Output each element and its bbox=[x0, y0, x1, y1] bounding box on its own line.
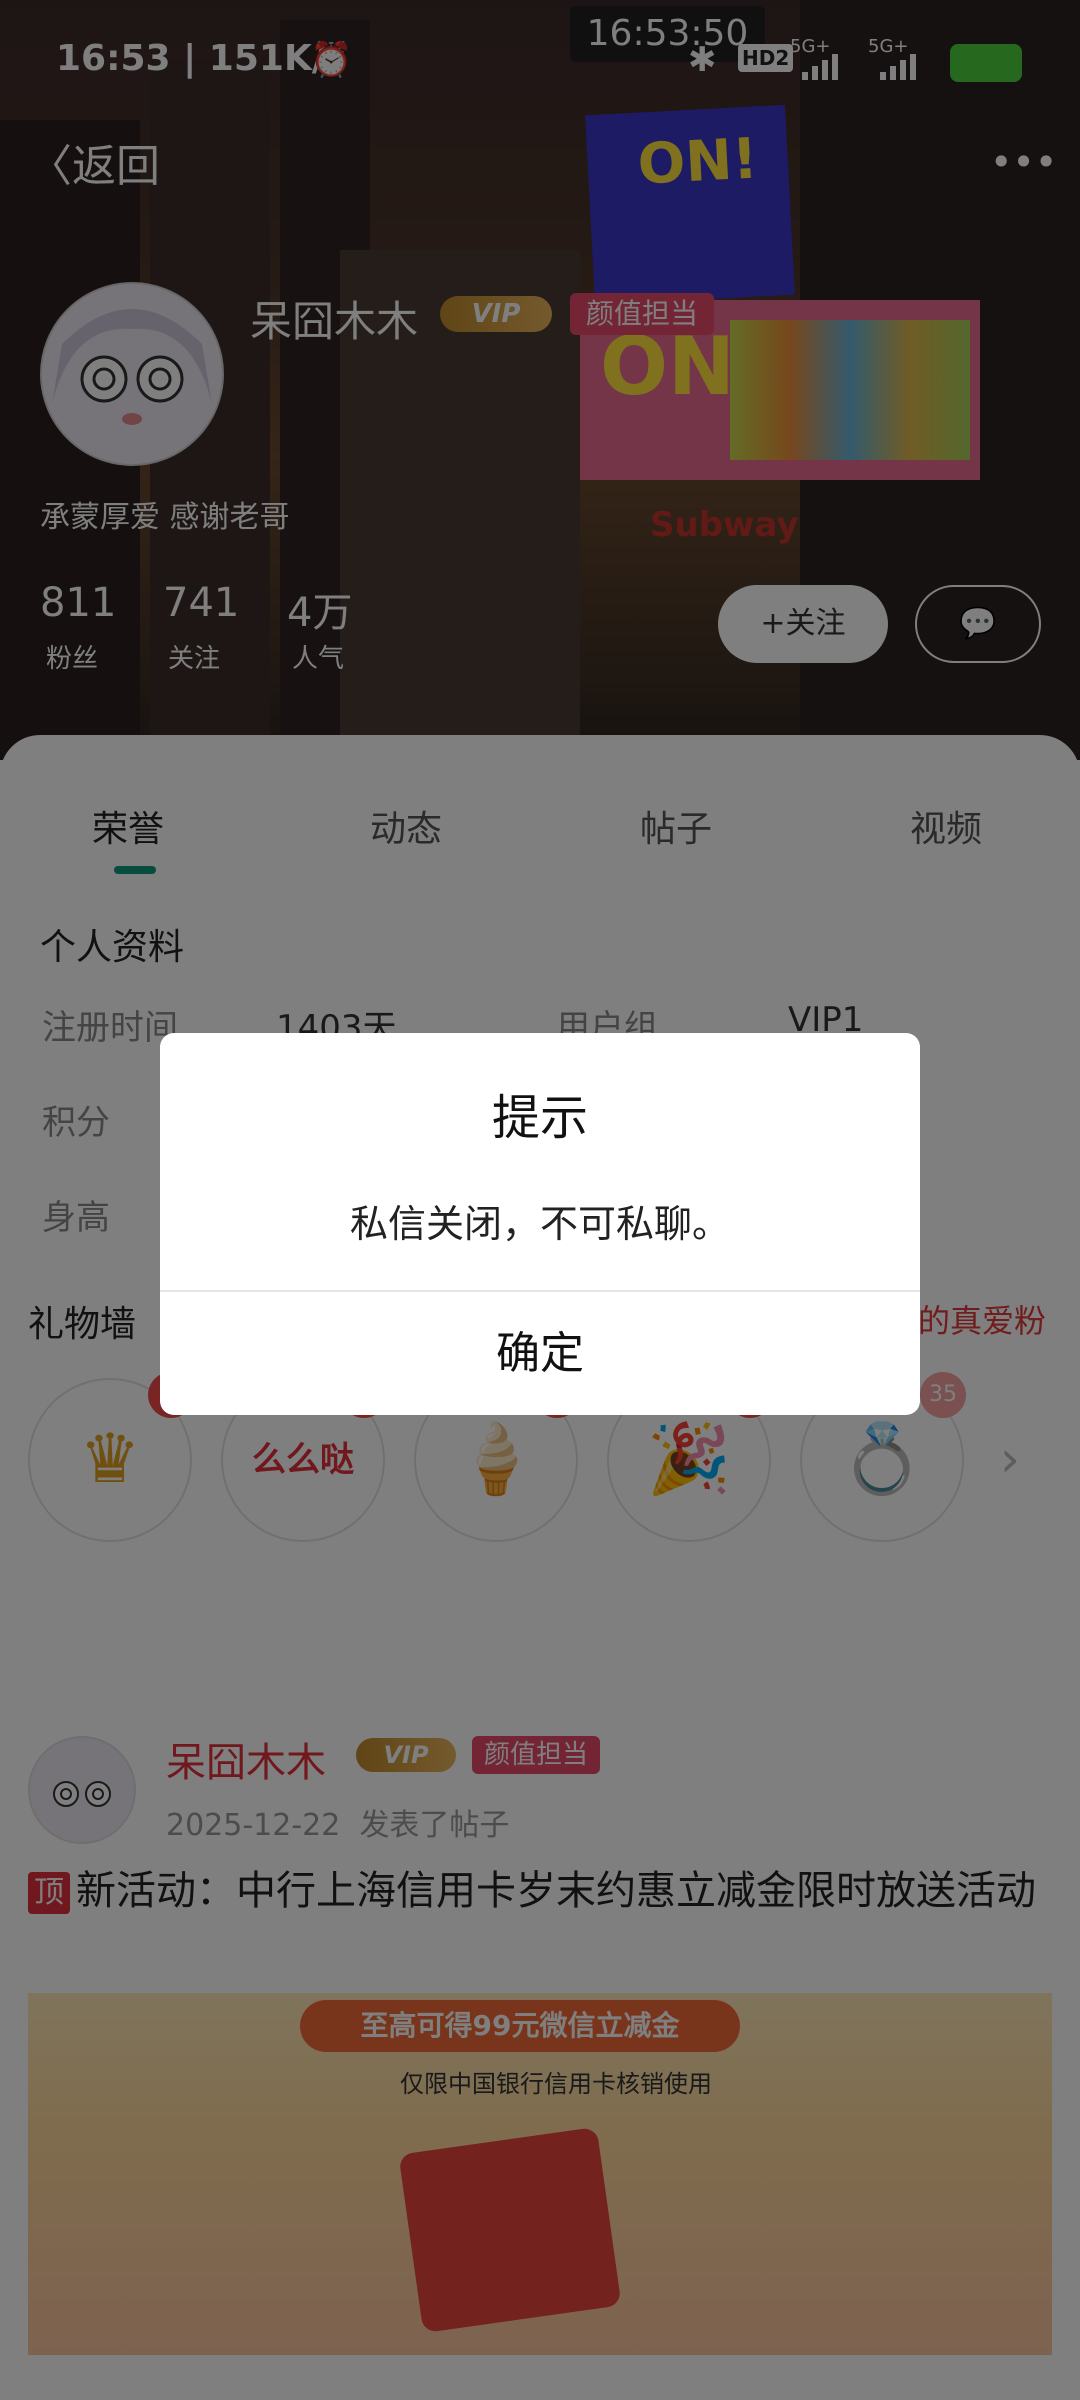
dialog-title: 提示 bbox=[491, 1090, 588, 1146]
confirm-button[interactable]: 确定 bbox=[160, 1292, 920, 1415]
dialog-message: 私信关闭，不可私聊。 bbox=[349, 1202, 730, 1246]
